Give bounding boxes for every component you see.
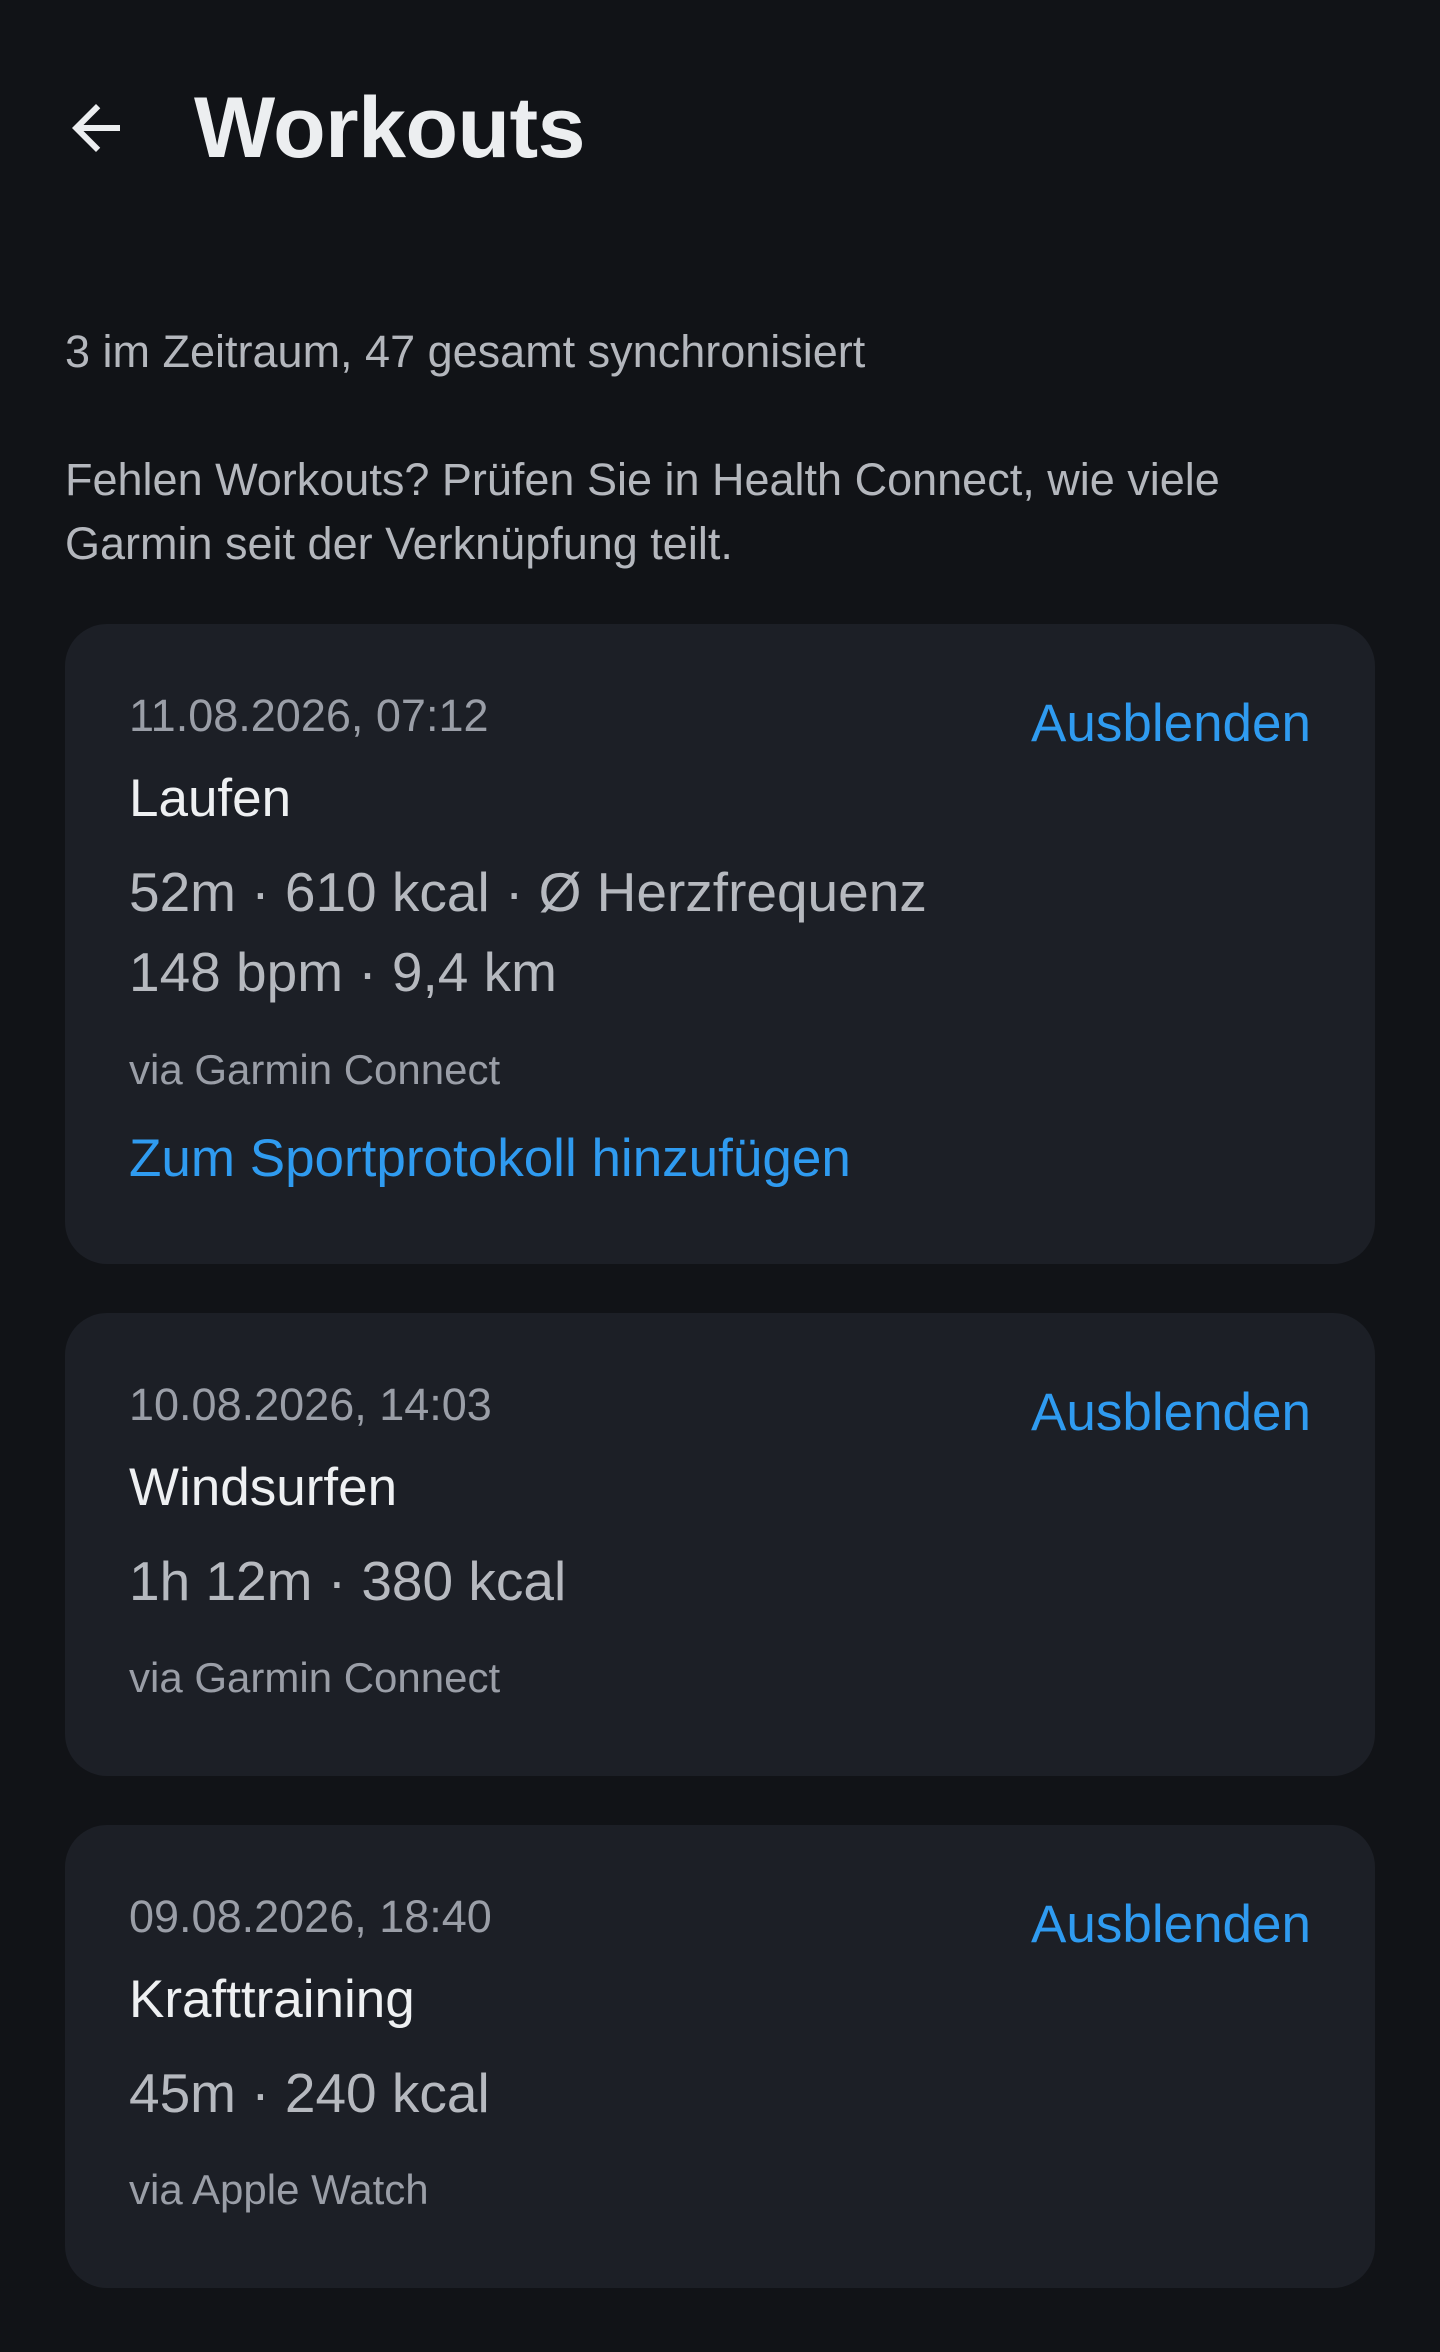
workout-metrics: 45m · 240 kcal (129, 2062, 490, 2124)
arrow-left-icon (72, 104, 120, 152)
back-button[interactable] (48, 80, 144, 176)
page-title: Workouts (194, 80, 585, 176)
workout-source: via Garmin Connect (129, 1046, 501, 1093)
missing-workouts-hint: Fehlen Workouts? Prüfen Sie in Health Co… (65, 454, 1220, 569)
workout-source: via Apple Watch (129, 2166, 429, 2213)
workout-metrics: 52m · 610 kcal · Ø Herzfrequenz 148 bpm … (129, 861, 927, 1003)
workout-source: via Garmin Connect (129, 1654, 501, 1701)
add-to-sport-log-link[interactable]: Zum Sportprotokoll hinzufügen (129, 1124, 851, 1194)
hide-button[interactable]: Ausblenden (1031, 1893, 1311, 1957)
workout-title: Krafttraining (129, 1970, 415, 2029)
hide-button[interactable]: Ausblenden (1031, 692, 1311, 756)
hide-button[interactable]: Ausblenden (1031, 1381, 1311, 1445)
sync-summary: 3 im Zeitraum, 47 gesamt synchronisiert (65, 326, 866, 377)
workout-date: 10.08.2026, 14:03 (129, 1379, 492, 1430)
workout-title: Windsurfen (129, 1458, 398, 1517)
workout-card: 10.08.2026, 14:03 Ausblenden Windsurfen … (65, 1313, 1375, 1776)
workout-metrics: 1h 12m · 380 kcal (129, 1550, 567, 1612)
top-app-bar: Workouts (0, 0, 1440, 250)
workout-title: Laufen (129, 769, 292, 828)
workout-date: 11.08.2026, 07:12 (129, 690, 489, 741)
workout-card: 11.08.2026, 07:12 Ausblenden Laufen 52m … (65, 624, 1375, 1264)
workout-date: 09.08.2026, 18:40 (129, 1891, 492, 1942)
workout-card: 09.08.2026, 18:40 Ausblenden Krafttraini… (65, 1825, 1375, 2288)
